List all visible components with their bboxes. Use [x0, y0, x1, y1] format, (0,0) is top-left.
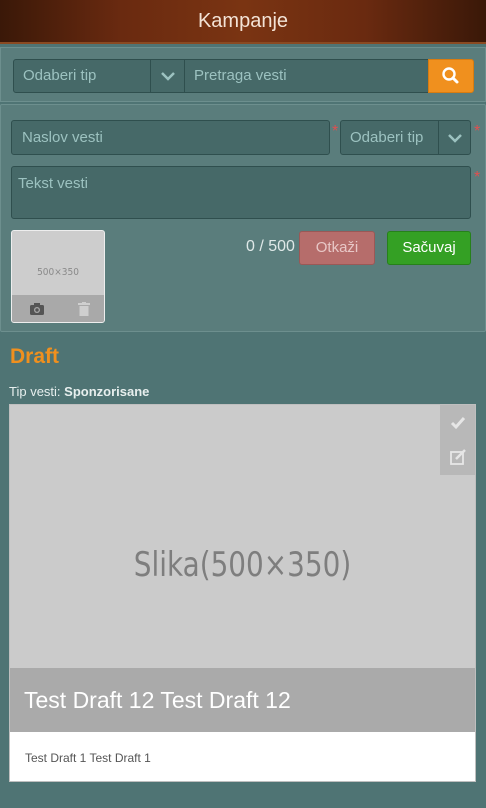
news-form: Naslov vesti * Odaberi tip * Tekst vesti… — [0, 104, 486, 332]
card-actions — [440, 405, 475, 475]
text-placeholder: Tekst vesti — [18, 175, 89, 192]
image-upload[interactable]: 500×350 — [11, 230, 105, 323]
check-icon[interactable] — [440, 405, 475, 440]
draft-section-title: Draft — [10, 345, 60, 368]
type-filter-label: Odaberi tip — [23, 67, 97, 84]
draft-card[interactable]: Slika(500×350) Test Draft 12 Test Draft … — [9, 404, 476, 782]
news-type-label: Odaberi tip — [350, 129, 424, 146]
char-counter: 0 / 500 — [246, 238, 295, 255]
required-mark: * — [474, 169, 481, 186]
page-title: Kampanje — [197, 10, 289, 32]
image-placeholder: Slika(500×350) — [133, 545, 352, 585]
card-text: Test Draft 1 Test Draft 1 — [25, 751, 151, 765]
card-title: Test Draft 12 Test Draft 12 — [10, 668, 475, 732]
news-type-label: Tip vesti: — [9, 384, 61, 399]
thumbnail-placeholder: 500×350 — [37, 267, 79, 278]
search-button[interactable] — [428, 59, 474, 93]
chevron-down-icon[interactable] — [438, 121, 470, 154]
search-icon — [442, 67, 459, 84]
app-header: Kampanje — [0, 0, 486, 44]
thumbnail-toolbar — [12, 295, 104, 322]
chevron-down-icon[interactable] — [150, 60, 184, 92]
required-mark: * — [332, 123, 339, 140]
cancel-button[interactable]: Otkaži — [299, 231, 375, 265]
edit-icon[interactable] — [440, 440, 475, 475]
save-button[interactable]: Sačuvaj — [387, 231, 471, 265]
trash-icon[interactable] — [78, 302, 90, 321]
text-input[interactable]: Tekst vesti — [11, 166, 471, 219]
camera-icon[interactable] — [29, 302, 45, 321]
search-placeholder: Pretraga vesti — [194, 67, 287, 84]
title-input[interactable]: Naslov vesti — [11, 120, 330, 155]
search-bar: Odaberi tip Pretraga vesti — [0, 47, 486, 102]
news-type-select[interactable]: Odaberi tip — [340, 120, 471, 155]
type-filter-select[interactable]: Odaberi tip — [13, 59, 185, 93]
title-placeholder: Naslov vesti — [22, 129, 103, 146]
news-type-line: Tip vesti: Sponzorisane — [9, 384, 149, 399]
news-type-value: Sponzorisane — [64, 384, 150, 399]
search-input[interactable]: Pretraga vesti — [185, 59, 429, 93]
required-mark: * — [474, 123, 481, 140]
